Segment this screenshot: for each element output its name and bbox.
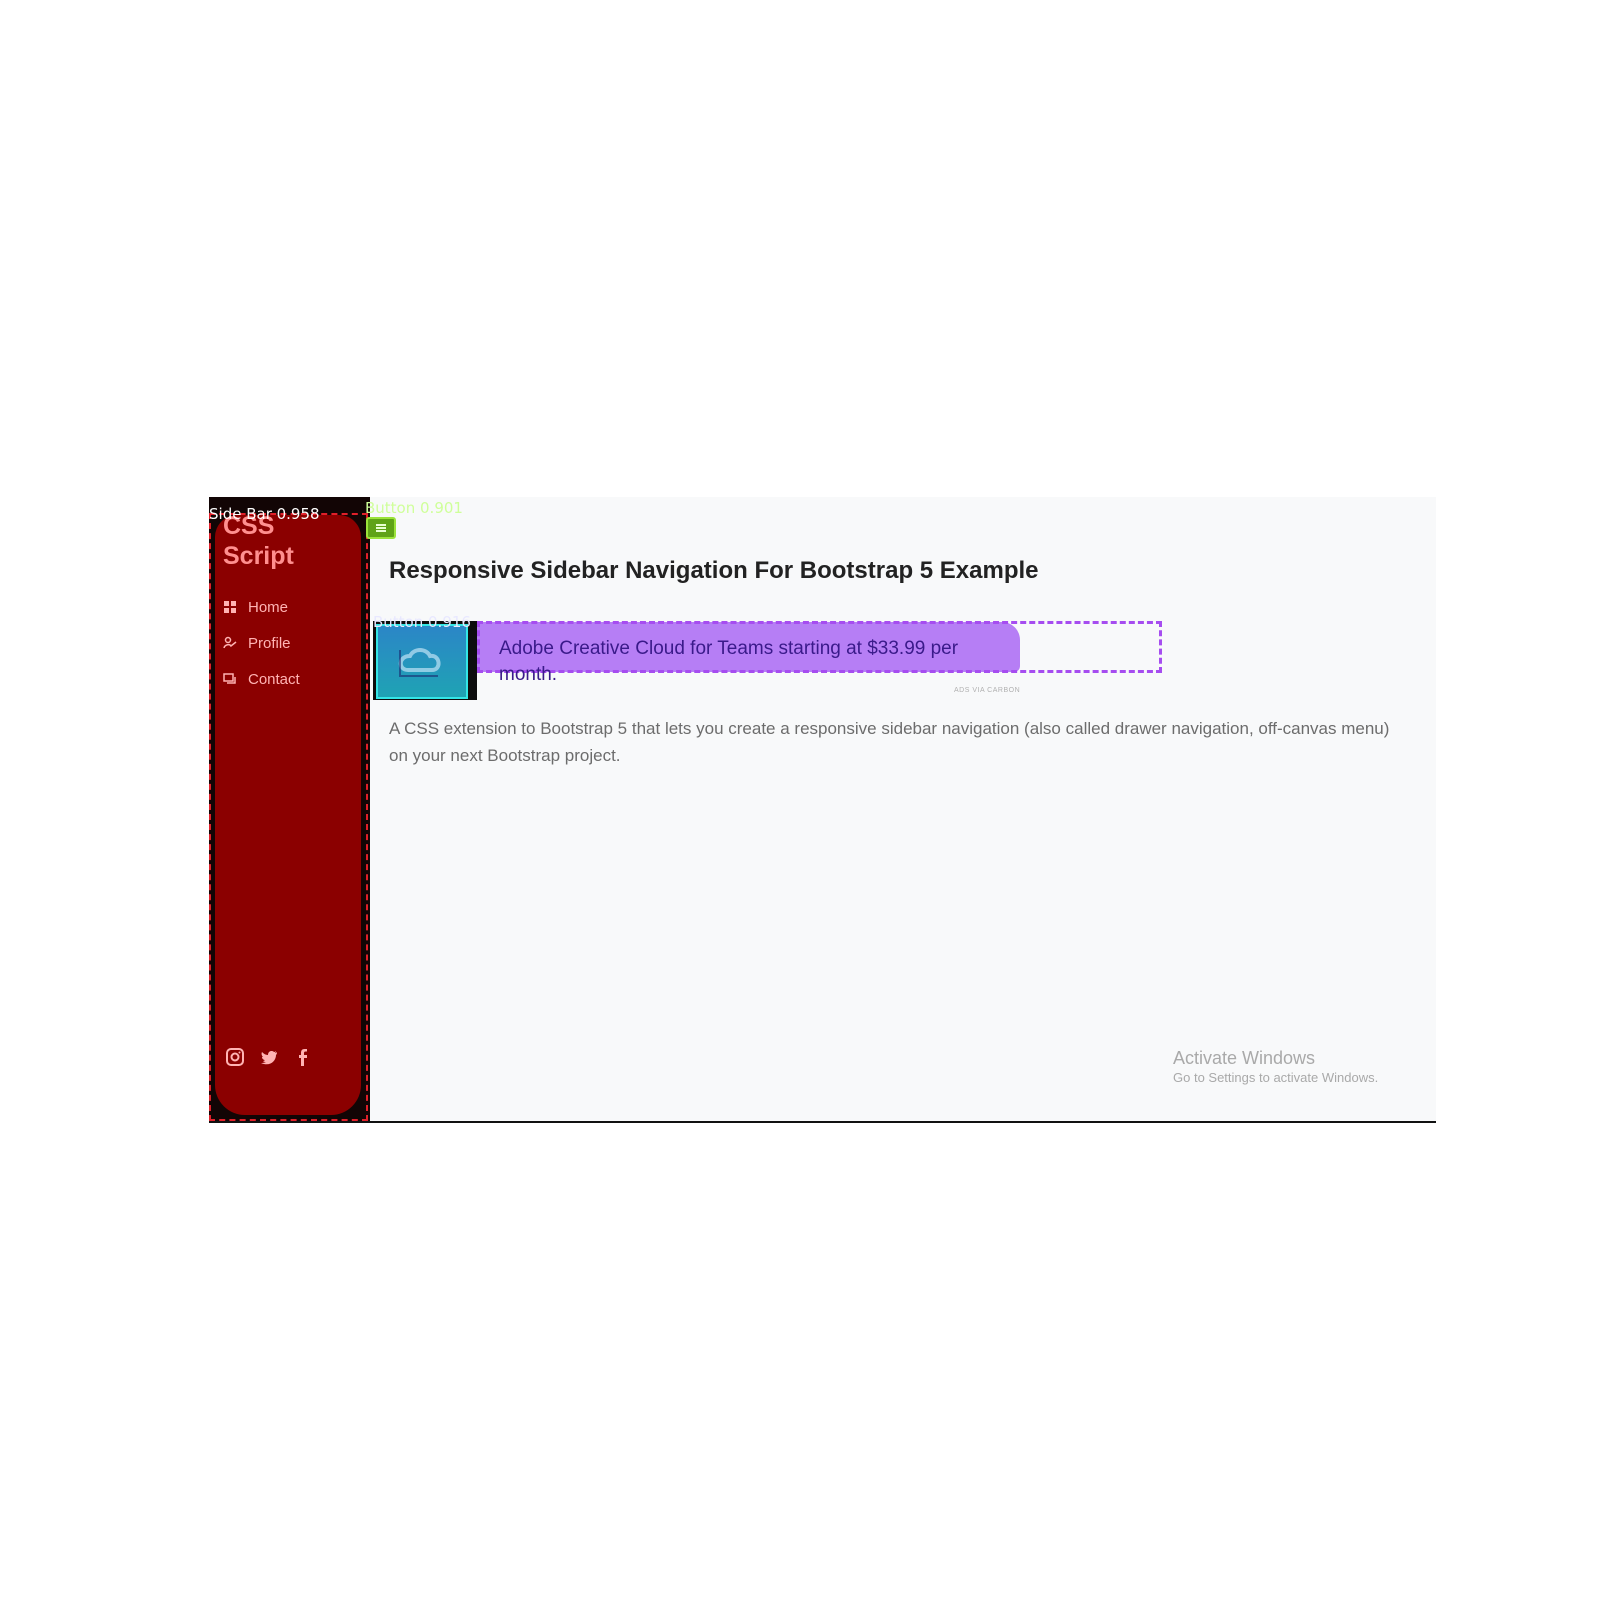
page-title: Responsive Sidebar Navigation For Bootst… — [389, 557, 1039, 584]
sidebar-item-label: Profile — [248, 634, 291, 652]
sidebar: CSS Script Side Bar 0.958 Home Profile C… — [209, 497, 370, 1121]
watermark-subtitle: Go to Settings to activate Windows. — [1173, 1070, 1379, 1085]
ads-via-carbon-link[interactable]: ADS VIA CARBON — [954, 687, 1020, 694]
page-description: A CSS extension to Bootstrap 5 that lets… — [389, 719, 1390, 765]
app-window: CSS Script Side Bar 0.958 Home Profile C… — [209, 497, 1436, 1123]
twitter-icon[interactable] — [259, 1047, 279, 1067]
ad-detection-label: Button 0.916 — [373, 613, 471, 631]
sidebar-detection-label: Side Bar 0.958 — [209, 505, 320, 523]
sidebar-item-contact[interactable]: Contact — [223, 661, 300, 697]
grid-icon — [224, 601, 236, 613]
toggle-detection-label: Button 0.901 — [365, 499, 463, 517]
sidebar-item-home[interactable]: Home — [223, 589, 300, 625]
chat-icon — [223, 673, 236, 684]
watermark-title: Activate Windows — [1173, 1048, 1316, 1068]
menu-icon — [376, 524, 386, 532]
instagram-icon[interactable] — [225, 1047, 245, 1067]
person-icon — [223, 636, 237, 649]
ad-image-frame[interactable] — [373, 621, 477, 700]
sidebar-item-profile[interactable]: Profile — [223, 625, 300, 661]
ad-image[interactable] — [376, 624, 468, 699]
activate-windows-watermark: Activate Windows Go to Settings to activ… — [1173, 1047, 1378, 1087]
sidebar-item-label: Contact — [248, 670, 300, 688]
sidebar-toggle-button[interactable] — [366, 517, 396, 539]
facebook-icon[interactable] — [293, 1047, 313, 1067]
ad-link-text[interactable]: Adobe Creative Cloud for Teams starting … — [499, 636, 999, 688]
sidebar-item-label: Home — [248, 598, 289, 616]
social-links — [225, 1047, 313, 1067]
sidebar-nav: Home Profile Contact — [223, 589, 300, 697]
creative-cloud-icon — [398, 648, 441, 677]
